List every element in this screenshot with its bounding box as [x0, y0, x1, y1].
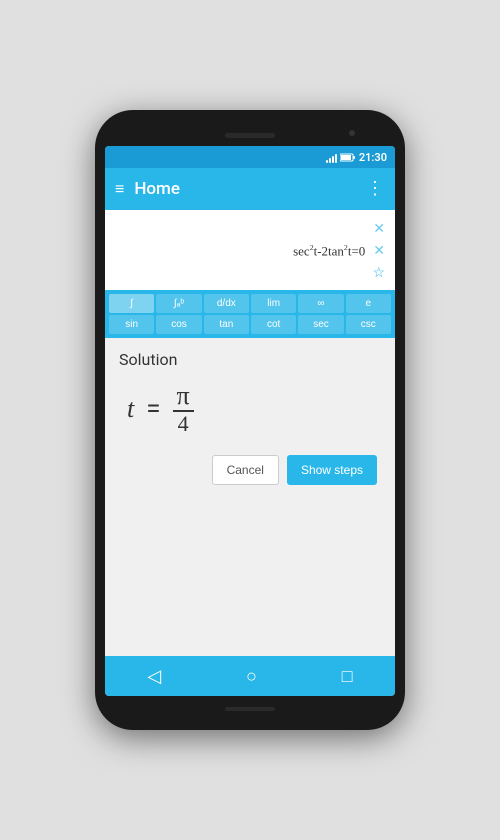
- equation-row-3: ☆: [115, 262, 385, 284]
- home-button-bar: [225, 707, 275, 711]
- main-content: ✕ sec2t-2tan2t=0 ✕ ☆: [105, 210, 395, 656]
- equation-row-2: sec2t-2tan2t=0 ✕: [115, 240, 385, 262]
- more-icon[interactable]: ⋮: [366, 180, 385, 198]
- kbd-tan[interactable]: tan: [204, 315, 249, 334]
- equation-area: ✕ sec2t-2tan2t=0 ✕ ☆: [105, 210, 395, 290]
- signal-bars: [326, 152, 337, 163]
- kbd-infinity[interactable]: ∞: [298, 294, 343, 313]
- speaker-slot: [225, 133, 275, 138]
- signal-bar-4: [335, 154, 337, 163]
- kbd-derivative[interactable]: d/dx: [204, 294, 249, 313]
- back-nav-icon[interactable]: ◁: [147, 666, 161, 687]
- kbd-definite-integral[interactable]: ∫ₐᵇ: [156, 294, 201, 313]
- battery-icon: [340, 153, 356, 162]
- kbd-integral[interactable]: ∫: [109, 294, 154, 313]
- equation-row-1: ✕: [115, 218, 385, 240]
- kbd-cot[interactable]: cot: [251, 315, 296, 334]
- camera-dot: [349, 130, 355, 136]
- math-keyboard: ∫ ∫ₐᵇ d/dx lim ∞ e sin cos tan cot sec c…: [105, 290, 395, 338]
- signal-bar-1: [326, 160, 328, 163]
- keyboard-row-2: sin cos tan cot sec csc: [109, 315, 391, 334]
- clear-icon-1[interactable]: ✕: [373, 221, 385, 237]
- kbd-sin[interactable]: sin: [109, 315, 154, 334]
- equation-text: sec2t-2tan2t=0: [240, 243, 373, 259]
- app-bar: ≡ Home ⋮: [105, 168, 395, 210]
- phone-screen: 21:30 ≡ Home ⋮ ✕ sec2t-2tan2: [105, 146, 395, 696]
- keyboard-row-1: ∫ ∫ₐᵇ d/dx lim ∞ e: [109, 294, 391, 313]
- solution-equals: =: [146, 394, 160, 424]
- phone-bottom: [105, 696, 395, 716]
- kbd-csc[interactable]: csc: [346, 315, 391, 334]
- star-icon[interactable]: ☆: [372, 265, 385, 281]
- solution-variable: t: [127, 394, 134, 424]
- buttons-row: Cancel Show steps: [119, 447, 381, 489]
- solution-math: t = π 4: [119, 379, 381, 447]
- signal-bar-3: [332, 156, 334, 163]
- fraction-denominator: 4: [174, 413, 193, 435]
- fraction-numerator: π: [173, 383, 194, 409]
- fraction: π 4: [173, 383, 194, 435]
- kbd-euler[interactable]: e: [346, 294, 391, 313]
- status-bar: 21:30: [105, 146, 395, 168]
- recent-nav-icon[interactable]: □: [342, 666, 353, 687]
- kbd-limit[interactable]: lim: [251, 294, 296, 313]
- status-time: 21:30: [359, 151, 387, 164]
- home-nav-icon[interactable]: ○: [246, 666, 257, 687]
- solution-label: Solution: [119, 350, 381, 369]
- phone-device: 21:30 ≡ Home ⋮ ✕ sec2t-2tan2: [95, 110, 405, 730]
- app-title: Home: [134, 179, 356, 199]
- kbd-cos[interactable]: cos: [156, 315, 201, 334]
- bottom-nav: ◁ ○ □: [105, 656, 395, 696]
- cancel-button[interactable]: Cancel: [212, 455, 279, 485]
- show-steps-button[interactable]: Show steps: [287, 455, 377, 485]
- kbd-sec[interactable]: sec: [298, 315, 343, 334]
- status-icons: 21:30: [326, 151, 387, 164]
- phone-top-bar: [105, 124, 395, 146]
- clear-icon-2[interactable]: ✕: [373, 243, 385, 259]
- signal-bar-2: [329, 158, 331, 163]
- hamburger-icon[interactable]: ≡: [115, 179, 124, 199]
- solution-panel: Solution t = π 4 Cancel Show steps: [105, 338, 395, 656]
